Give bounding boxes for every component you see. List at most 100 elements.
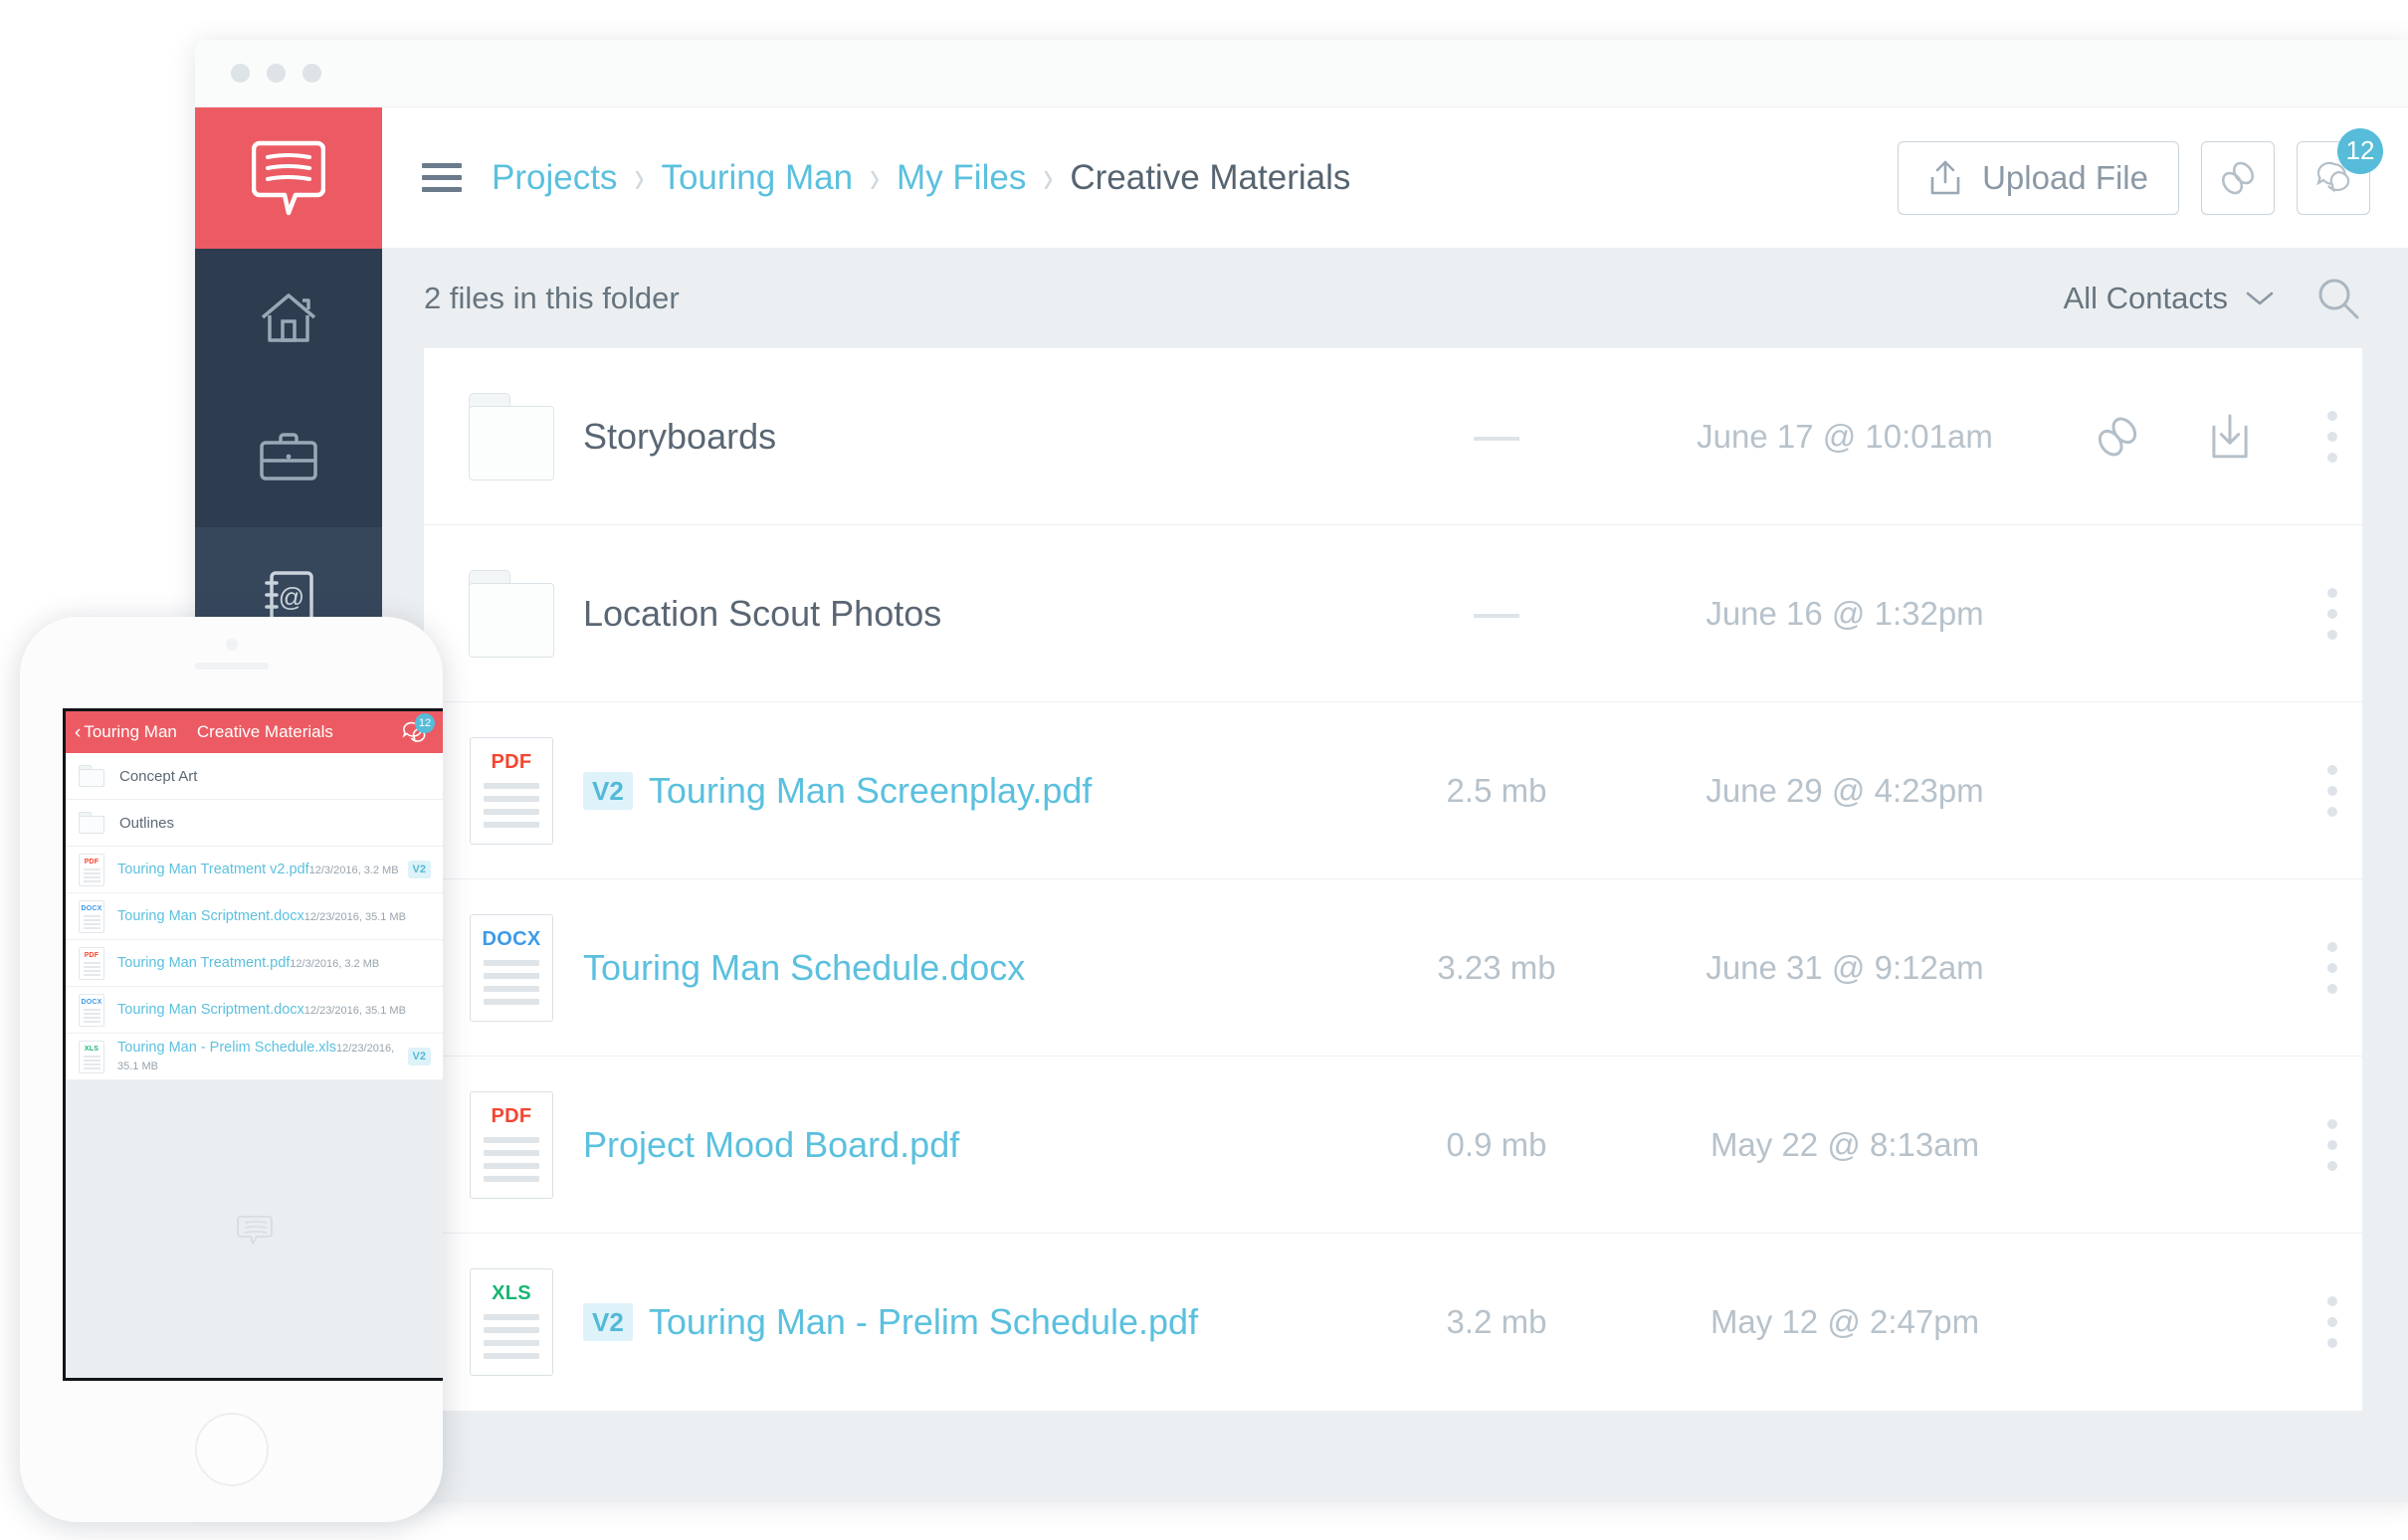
file-name-text: Project Mood Board.pdf	[583, 1123, 960, 1165]
file-size	[1347, 595, 1646, 633]
list-item[interactable]: PDF Touring Man Treatment v2.pdf12/3/2016…	[66, 847, 443, 893]
file-name[interactable]: Project Mood Board.pdf	[557, 1124, 1347, 1166]
more-options-icon[interactable]	[2303, 1118, 2362, 1171]
sidebar-item-home[interactable]	[195, 249, 382, 388]
file-type-icon: XLS	[79, 1040, 104, 1073]
briefcase-icon	[260, 433, 317, 481]
file-type-icon: PDF	[466, 1090, 557, 1199]
chat-button[interactable]: 12	[2297, 127, 2383, 215]
mobile-file-list: Concept Art Outlines PDF Touring Man Treatm…	[66, 753, 443, 1080]
link-icon[interactable]	[2092, 411, 2143, 463]
upload-file-label: Upload File	[1982, 158, 2148, 196]
file-name: Touring Man Scriptment.docx	[117, 1002, 304, 1018]
window-minimize-dot[interactable]	[267, 64, 286, 83]
file-name-text: Touring Man - Prelim Schedule.pdf	[648, 1301, 1199, 1342]
row-actions	[2044, 411, 2303, 463]
mobile-parent-label[interactable]: Touring Man	[84, 722, 177, 742]
search-icon[interactable]	[2314, 275, 2362, 322]
home-icon	[261, 293, 316, 342]
file-name[interactable]: Touring Man Schedule.docx	[557, 947, 1347, 989]
contacts-filter-label: All Contacts	[2063, 281, 2228, 315]
window-close-dot[interactable]	[231, 64, 250, 83]
more-options-icon[interactable]	[2303, 410, 2362, 463]
more-options-icon[interactable]	[2303, 1296, 2362, 1348]
file-date: June 16 @ 1:32pm	[1706, 594, 1984, 632]
mobile-title: Creative Materials	[196, 722, 333, 741]
back-chevron-icon[interactable]: ‹	[75, 723, 81, 742]
list-item[interactable]: Outlines	[66, 800, 443, 847]
hamburger-menu-icon[interactable]	[422, 163, 462, 192]
file-date: May 12 @ 2:47pm	[1709, 1303, 1980, 1340]
file-name[interactable]: Location Scout Photos	[557, 593, 1347, 635]
file-type-icon: PDF	[466, 736, 557, 845]
folder-icon	[466, 392, 557, 481]
phone-home-button[interactable]	[194, 1413, 269, 1486]
version-badge: V2	[583, 1303, 633, 1341]
file-name-text: Location Scout Photos	[583, 592, 942, 634]
breadcrumb-item-touring-man[interactable]: Touring Man	[661, 158, 853, 198]
file-name: Touring Man Scriptment.docx	[117, 908, 304, 924]
list-item[interactable]: XLS Touring Man - Prelim Schedule.xls12/2…	[66, 1034, 443, 1080]
file-name: Touring Man Treatment v2.pdf	[117, 862, 309, 877]
file-date: June 29 @ 4:23pm	[1706, 771, 1984, 809]
file-submeta: 12/3/2016, 3.2 MB	[308, 865, 399, 876]
contacts-filter-dropdown[interactable]: All Contacts	[2064, 281, 2275, 316]
sidebar-item-projects[interactable]	[195, 388, 382, 527]
file-name[interactable]: Storyboards	[557, 416, 1347, 458]
file-count-text: 2 files in this folder	[424, 281, 680, 315]
app-logo[interactable]	[195, 107, 382, 249]
mobile-device: ‹ Touring Man Creative Materials 12 Conc…	[20, 617, 443, 1522]
speech-bubble-icon[interactable]	[236, 1214, 273, 1246]
window-maximize-dot[interactable]	[302, 64, 321, 83]
file-submeta: 12/3/2016, 3.2 MB	[290, 958, 380, 970]
table-row[interactable]: PDF V2 Touring Man Screenplay.pdf 2.5 mb Jun…	[424, 702, 2362, 879]
file-name-text: Touring Man Schedule.docx	[583, 946, 1026, 988]
list-item[interactable]: Concept Art	[66, 753, 443, 800]
table-row[interactable]: PDF Project Mood Board.pdf 0.9 mb May 22 @ …	[424, 1057, 2362, 1234]
table-row[interactable]: XLS V2 Touring Man - Prelim Schedule.pdf 3.…	[424, 1234, 2362, 1411]
file-type-icon: PDF	[79, 853, 104, 886]
table-row[interactable]: DOCX Touring Man Schedule.docx 3.23 mb June…	[424, 879, 2362, 1057]
more-options-icon[interactable]	[2303, 941, 2362, 994]
more-options-icon[interactable]	[2303, 587, 2362, 640]
upload-file-button[interactable]: Upload File	[1898, 140, 2179, 215]
mobile-chat-button[interactable]: 12	[397, 713, 435, 747]
folder-icon	[79, 765, 104, 787]
list-item[interactable]: DOCX Touring Man Scriptment.docx12/23/201…	[66, 987, 443, 1034]
file-meta: Touring Man Scriptment.docx12/23/2016, 3…	[104, 1001, 431, 1019]
file-name[interactable]: V2 Touring Man - Prelim Schedule.pdf	[557, 1301, 1347, 1343]
file-size	[1347, 418, 1646, 456]
breadcrumb: Projects › Touring Man › My Files › Crea…	[492, 151, 1350, 202]
svg-text:@: @	[279, 582, 304, 612]
table-row[interactable]: Storyboards June 17 @ 10:01am	[424, 348, 2362, 525]
breadcrumb-item-projects[interactable]: Projects	[492, 158, 617, 198]
copy-link-button[interactable]	[2201, 140, 2275, 215]
desktop-window: @ Projects › Touring Man › My Files › Cr…	[195, 40, 2408, 1502]
file-meta: Touring Man Treatment v2.pdf12/3/2016, 3…	[104, 861, 402, 878]
chat-unread-badge: 12	[2337, 127, 2383, 174]
file-date: June 31 @ 9:12am	[1706, 948, 1984, 986]
file-type-icon: PDF	[79, 946, 104, 980]
window-titlebar	[195, 40, 2408, 107]
file-type-icon: XLS	[466, 1268, 557, 1376]
table-row[interactable]: Location Scout Photos June 16 @ 1:32pm	[424, 525, 2362, 702]
version-badge: V2	[407, 861, 431, 878]
file-list: Storyboards June 17 @ 10:01am Location Sco…	[424, 348, 2362, 1411]
file-size: 0.9 mb	[1446, 1125, 1547, 1163]
version-badge: V2	[407, 1048, 431, 1065]
list-item[interactable]: DOCX Touring Man Scriptment.docx12/23/201…	[66, 893, 443, 940]
mobile-screen: ‹ Touring Man Creative Materials 12 Conc…	[63, 708, 443, 1381]
download-icon[interactable]	[2205, 411, 2255, 463]
file-meta: Touring Man - Prelim Schedule.xls12/23/2…	[104, 1039, 402, 1074]
list-item[interactable]: PDF Touring Man Treatment.pdf12/3/2016, 3…	[66, 940, 443, 987]
more-options-icon[interactable]	[2303, 764, 2362, 817]
file-name[interactable]: V2 Touring Man Screenplay.pdf	[557, 770, 1347, 812]
breadcrumb-separator: ›	[634, 151, 645, 203]
folder-name: Concept Art	[119, 767, 198, 785]
file-name-text: Touring Man Screenplay.pdf	[648, 769, 1093, 811]
mobile-footer	[66, 1080, 443, 1378]
breadcrumb-separator: ›	[870, 151, 881, 203]
file-size: 2.5 mb	[1446, 771, 1547, 809]
speech-bubble-logo-icon	[252, 140, 325, 216]
breadcrumb-item-my-files[interactable]: My Files	[897, 158, 1026, 198]
